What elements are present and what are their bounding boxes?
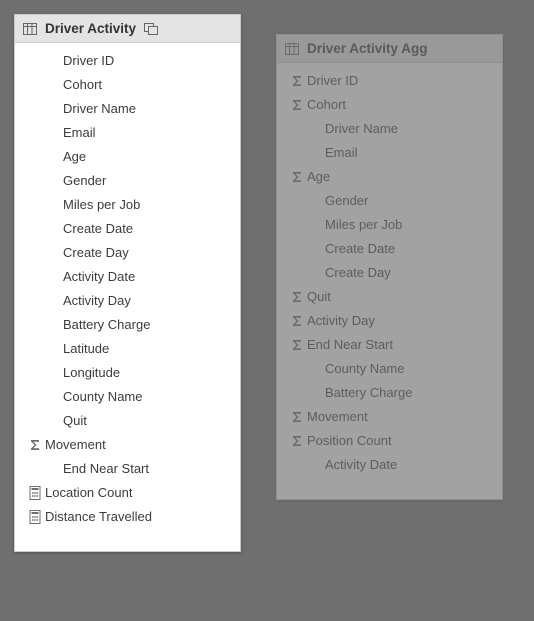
sigma-icon [287,411,307,423]
field-label: Driver ID [307,72,492,90]
field-label: Battery Charge [63,316,230,334]
sigma-icon [287,99,307,111]
panel-header[interactable]: Driver Activity [15,15,240,43]
table-panel[interactable]: Driver Activity AggDriver IDCohortDriver… [276,34,503,500]
field-label: Movement [45,436,230,454]
field-row[interactable]: Age [15,145,240,169]
field-row[interactable]: Quit [15,409,240,433]
field-label: Activity Day [307,312,492,330]
panel-header[interactable]: Driver Activity Agg [277,35,502,63]
sigma-icon [287,75,307,87]
table-icon [23,23,37,35]
field-label: Create Day [63,244,230,262]
field-list: Driver ID Cohort Driver Name Email Age Gender… [277,63,502,499]
table-icon [285,43,299,55]
sigma-icon [287,171,307,183]
field-label: Driver ID [63,52,230,70]
field-label: Position Count [307,432,492,450]
field-row[interactable]: Create Date [15,217,240,241]
field-label: Battery Charge [325,384,492,402]
field-row[interactable]: Miles per Job [277,213,502,237]
field-label: Quit [307,288,492,306]
field-row[interactable]: Create Date [277,237,502,261]
field-row[interactable]: Quit [277,285,502,309]
field-label: Cohort [307,96,492,114]
sigma-icon [287,339,307,351]
sigma-icon [287,315,307,327]
sigma-icon [25,439,45,451]
field-row[interactable]: Activity Date [15,265,240,289]
field-row[interactable]: Activity Date [277,453,502,477]
sigma-icon [287,291,307,303]
field-label: Miles per Job [325,216,492,234]
aggregate-overlay-icon [144,23,158,35]
field-row[interactable]: End Near Start [15,457,240,481]
field-row[interactable]: Cohort [15,73,240,97]
field-row[interactable]: Create Day [15,241,240,265]
field-row[interactable]: Activity Day [277,309,502,333]
calculator-icon [25,486,45,500]
panel-title: Driver Activity [45,21,136,36]
field-label: Email [63,124,230,142]
field-row[interactable]: Battery Charge [15,313,240,337]
field-label: Movement [307,408,492,426]
field-row[interactable]: Email [277,141,502,165]
field-label: Gender [325,192,492,210]
field-row[interactable]: Position Count [277,429,502,453]
field-row[interactable]: Create Day [277,261,502,285]
field-row[interactable]: Email [15,121,240,145]
field-row[interactable]: Miles per Job [15,193,240,217]
field-label: End Near Start [307,336,492,354]
field-label: County Name [63,388,230,406]
field-label: End Near Start [63,460,230,478]
field-row[interactable]: County Name [15,385,240,409]
field-label: Age [63,148,230,166]
field-row[interactable]: Movement [15,433,240,457]
table-panel[interactable]: Driver Activity Driver ID Cohort Driver Nam… [14,14,241,552]
field-label: Latitude [63,340,230,358]
field-row[interactable]: Movement [277,405,502,429]
field-label: Quit [63,412,230,430]
sigma-icon [287,435,307,447]
field-row[interactable]: Driver ID [15,49,240,73]
field-row[interactable]: Cohort [277,93,502,117]
field-label: Create Day [325,264,492,282]
field-row[interactable]: County Name [277,357,502,381]
field-label: Distance Travelled [45,508,230,526]
field-row[interactable]: Driver Name [277,117,502,141]
field-label: County Name [325,360,492,378]
field-label: Age [307,168,492,186]
field-row[interactable]: Activity Day [15,289,240,313]
field-row[interactable]: Battery Charge [277,381,502,405]
field-row[interactable]: Latitude [15,337,240,361]
field-row[interactable]: Distance Travelled [15,505,240,529]
field-label: Activity Date [325,456,492,474]
field-label: Activity Day [63,292,230,310]
field-label: Longitude [63,364,230,382]
field-row[interactable]: Longitude [15,361,240,385]
calculator-icon [25,510,45,524]
field-row[interactable]: Gender [15,169,240,193]
field-label: Cohort [63,76,230,94]
field-label: Email [325,144,492,162]
panel-title: Driver Activity Agg [307,41,428,56]
field-label: Driver Name [63,100,230,118]
field-label: Create Date [63,220,230,238]
field-label: Miles per Job [63,196,230,214]
field-row[interactable]: Location Count [15,481,240,505]
field-row[interactable]: Age [277,165,502,189]
field-label: Activity Date [63,268,230,286]
field-row[interactable]: Driver Name [15,97,240,121]
field-list: Driver ID Cohort Driver Name Email Age Gender… [15,43,240,551]
field-row[interactable]: Driver ID [277,69,502,93]
field-label: Location Count [45,484,230,502]
field-label: Gender [63,172,230,190]
field-label: Create Date [325,240,492,258]
field-label: Driver Name [325,120,492,138]
field-row[interactable]: Gender [277,189,502,213]
field-row[interactable]: End Near Start [277,333,502,357]
